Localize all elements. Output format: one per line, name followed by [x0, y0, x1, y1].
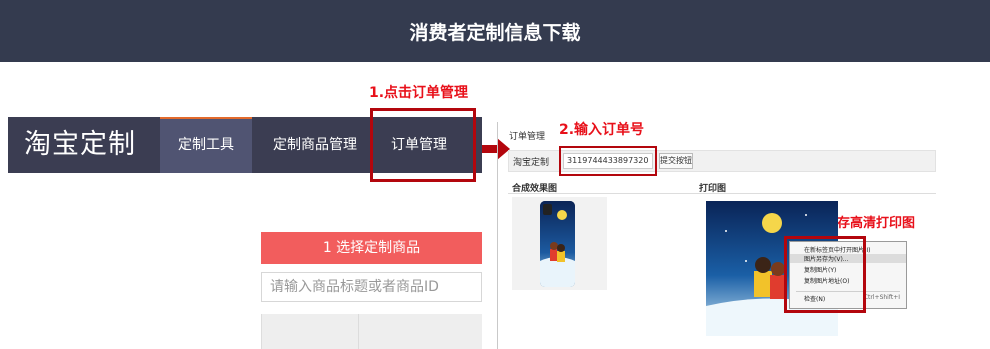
order-tab-highlight [370, 108, 476, 182]
order-input-highlight [559, 146, 657, 176]
right-arrow-icon [482, 138, 510, 160]
order-row-label: 淘宝定制 [513, 158, 550, 168]
panel-divider [497, 122, 498, 349]
page-title: 消费者定制信息下载 [0, 0, 990, 62]
order-panel-title: 订单管理 [509, 132, 546, 142]
step2-annotation: 2.输入订单号 [559, 122, 645, 138]
product-search-input[interactable]: 请输入商品标题或者商品ID [261, 272, 482, 302]
product-table [261, 314, 482, 349]
tab-custom-tools[interactable]: 定制工具 [160, 117, 252, 173]
context-menu-highlight [784, 236, 866, 313]
step1-annotation: 1.点击订单管理 [369, 85, 469, 101]
select-product-button[interactable]: 1 选择定制商品 [261, 232, 482, 264]
taobao-logo: 淘宝定制 [24, 129, 136, 160]
submit-button[interactable]: 提交按钮 [659, 153, 693, 169]
phone-case-image[interactable] [540, 201, 575, 287]
ctx-inspect-shortcut: Ctrl+Shift+I [863, 294, 900, 301]
tab-product-management[interactable]: 定制商品管理 [260, 117, 370, 173]
heading-rule [508, 193, 936, 194]
